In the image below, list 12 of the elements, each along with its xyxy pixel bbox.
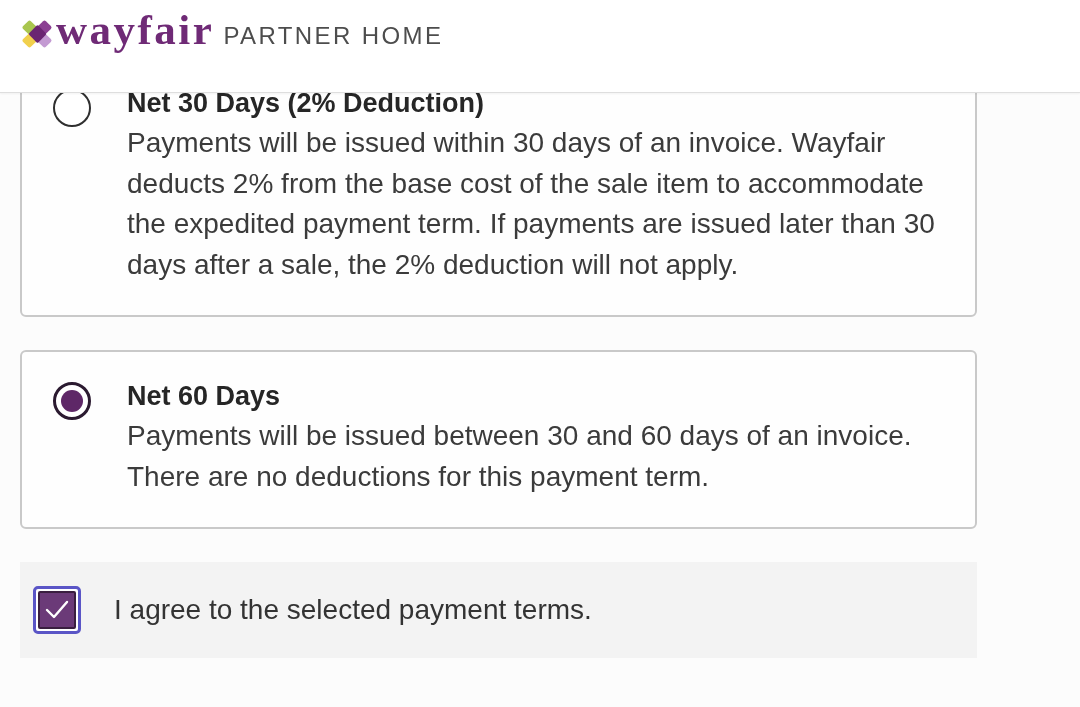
checkmark-icon: [45, 600, 69, 620]
logo-wordmark: wayfair: [56, 5, 215, 55]
option-title: Net 30 Days (2% Deduction): [127, 93, 486, 120]
agreement-checkbox[interactable]: [33, 586, 81, 634]
option-description: Payments will be issued within 30 days of an invoice. Wayfair deducts 2% from the base cost of the sale item to accommodate the expedited payment term. If payments are issued later than 30 days after a sale, the 2% deduction will not apply.: [127, 126, 936, 282]
product-name: PARTNER HOME: [223, 21, 444, 51]
agreement-label: I agree to the selected payment terms.: [114, 593, 592, 627]
radio-button[interactable]: [53, 382, 91, 420]
logo-mark-icon: [22, 19, 53, 49]
radio-button[interactable]: [53, 93, 91, 127]
option-description: Payments will be issued between 30 and 60 days of an invoice. There are no deductions for this payment term.: [127, 419, 913, 494]
option-title: Net 60 Days: [127, 380, 282, 413]
